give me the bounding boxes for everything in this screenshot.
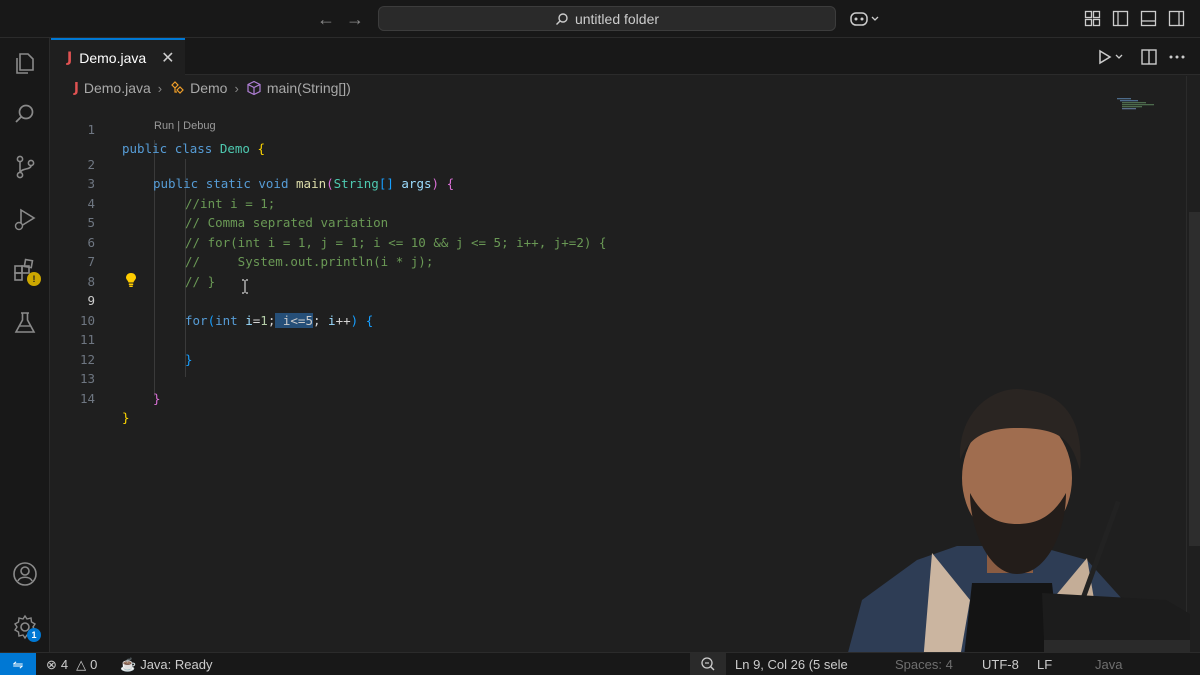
breadcrumb-method[interactable]: main(String[]) <box>267 80 351 96</box>
code-line[interactable]: 2 public static void main(String[] args)… <box>51 135 454 192</box>
java-file-icon: J <box>74 80 79 96</box>
coffee-cup-icon: ☕ <box>120 657 137 672</box>
customize-layout-icon[interactable] <box>1084 10 1101 27</box>
remote-indicator-icon[interactable]: ⇋ <box>0 653 36 675</box>
language-mode[interactable]: Java <box>1095 653 1122 675</box>
problems-status[interactable]: ⊗ 4 △ 0 <box>46 653 97 675</box>
more-actions-icon[interactable] <box>1168 48 1186 66</box>
code-line-active[interactable]: 9 for(int i=1; i<=5; i++) { <box>51 272 373 328</box>
explorer-icon[interactable] <box>12 50 38 76</box>
code-line[interactable]: 5 // for(int i = 1, j = 1; i <= 10 && j … <box>51 194 606 250</box>
breadcrumb-file[interactable]: Demo.java <box>84 80 151 96</box>
code-line[interactable]: 8 <box>51 252 95 289</box>
text-cursor-icon <box>242 279 248 294</box>
code-line[interactable]: 13 } <box>51 350 161 406</box>
close-icon[interactable]: ✕ <box>161 48 174 68</box>
java-file-icon: J <box>67 49 73 66</box>
minimap[interactable] <box>1112 98 1160 112</box>
toggle-panel-icon[interactable] <box>1140 10 1157 27</box>
tab-demo-java[interactable]: J Demo.java ✕ <box>51 38 185 75</box>
run-debug-codelens[interactable]: Run | Debug <box>154 120 216 132</box>
java-status[interactable]: ☕ Java: Ready <box>120 653 212 675</box>
code-line[interactable]: 10 <box>51 291 95 328</box>
error-icon: ⊗ <box>46 657 57 672</box>
activity-bar: ! 1 <box>0 38 50 652</box>
method-cube-icon <box>247 80 261 96</box>
code-line[interactable]: 4 // Comma seprated variation <box>51 174 388 231</box>
arrow-left-icon[interactable]: ← <box>316 9 336 29</box>
account-icon[interactable] <box>12 561 38 587</box>
toggle-sidebar-icon[interactable] <box>1112 10 1129 27</box>
presenter-webcam-overlay <box>842 388 1190 675</box>
eol-status[interactable]: LF <box>1037 653 1052 675</box>
code-line[interactable]: 3 //int i = 1; <box>51 155 275 211</box>
toggle-secondary-sidebar-icon[interactable] <box>1168 10 1185 27</box>
lightbulb-icon[interactable] <box>124 272 138 288</box>
code-line[interactable]: 1 public class Demo { <box>51 100 265 157</box>
copilot-icon[interactable] <box>850 10 880 27</box>
selected-text: i<=5 <box>282 312 313 328</box>
zoom-magnifier-icon <box>701 657 715 671</box>
code-line[interactable]: 7 // } <box>51 233 215 289</box>
split-editor-icon[interactable] <box>1140 48 1158 66</box>
testing-flask-icon[interactable] <box>12 310 38 336</box>
code-line[interactable]: 6 // System.out.println(i * j); <box>51 213 433 270</box>
encoding-status[interactable]: UTF-8 <box>982 653 1019 675</box>
source-control-icon[interactable] <box>12 154 38 180</box>
title-bar: ← → untitled folder <box>0 0 1200 38</box>
zoom-icon[interactable] <box>690 653 726 675</box>
chevron-right-icon: › <box>157 80 163 96</box>
command-center-label: untitled folder <box>574 10 660 27</box>
breadcrumb-class[interactable]: Demo <box>190 80 227 96</box>
cursor-position[interactable]: Ln 9, Col 26 (5 sele <box>735 653 848 675</box>
warning-icon: △ <box>76 657 87 672</box>
breadcrumb: J Demo.java › Demo › main(String[]) <box>51 76 351 100</box>
warning-badge: ! <box>27 272 41 286</box>
search-icon[interactable] <box>12 102 38 128</box>
run-java-icon[interactable] <box>1097 48 1127 66</box>
run-debug-icon[interactable] <box>12 206 38 232</box>
class-icon <box>171 81 184 94</box>
arrow-right-icon[interactable]: → <box>345 9 365 29</box>
code-line[interactable]: 14 } <box>51 369 130 426</box>
tab-label: Demo.java <box>79 49 147 66</box>
status-bar: ⇋ ⊗ 4 △ 0 ☕ Java: Ready Ln 9, Col 26 (5 … <box>0 652 1200 675</box>
command-center-search[interactable]: untitled folder <box>378 6 836 31</box>
settings-update-badge: 1 <box>27 628 41 642</box>
search-icon <box>555 12 568 25</box>
chevron-right-icon: › <box>234 80 239 96</box>
code-line[interactable]: 11 } <box>51 311 193 367</box>
indentation-status[interactable]: Spaces: 4 <box>895 653 953 675</box>
editor-tab-bar: J Demo.java ✕ <box>51 38 1200 75</box>
code-line[interactable]: 12 <box>51 330 95 367</box>
